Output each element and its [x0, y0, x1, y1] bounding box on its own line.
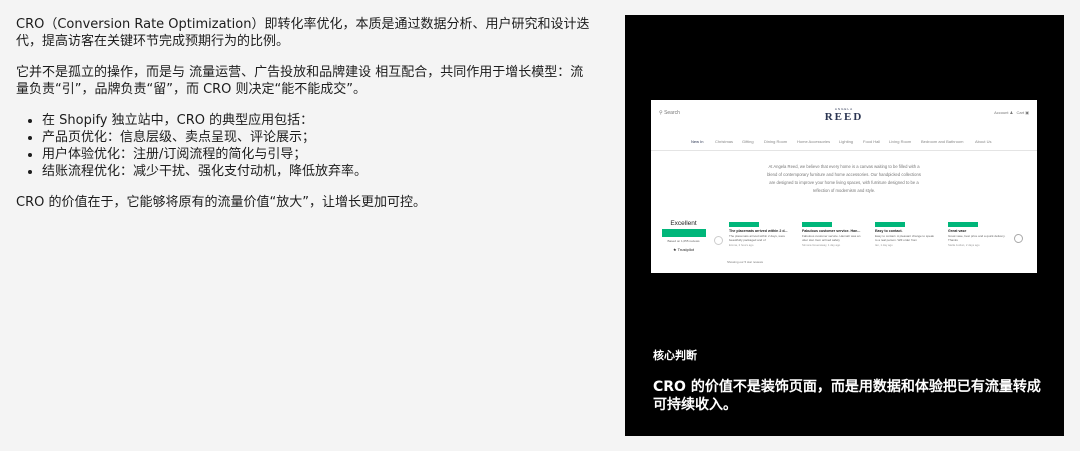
- panel-label: 核心判断: [653, 349, 697, 362]
- nav-item: Gifting: [742, 139, 754, 144]
- nav-item: Home Accessories: [797, 139, 831, 144]
- stars-icon: [802, 222, 832, 227]
- nav-item: Bedroom and Bathroom: [921, 139, 964, 144]
- list-item: 结账流程优化：减少干扰、强化支付动机，降低放弃率。: [42, 163, 596, 180]
- review-card: Fabulous customer service. Han... Fabulo…: [802, 222, 864, 247]
- list-item: 在 Shopify 独立站中，CRO 的典型应用包括：: [42, 112, 596, 129]
- nav-item: Living Room: [889, 139, 912, 144]
- trustpilot-logo: ★ Trustpilot: [673, 247, 694, 252]
- nav-item: Christmas: [715, 139, 734, 144]
- rating-label: Excellent: [670, 220, 697, 227]
- review-card: The placemats arrived within 2 d... The …: [729, 222, 791, 247]
- review-card: Great vase Great vase, best price and a …: [948, 222, 1010, 247]
- article-text: CRO（Conversion Rate Optimization）即转化率优化，…: [16, 16, 596, 225]
- panel-message: CRO 的价值不是装饰页面，而是用数据和体验把已有流量转成可持续收入。: [653, 379, 1041, 413]
- stars-icon: [948, 222, 978, 227]
- nav-item: New In: [691, 139, 704, 144]
- review-count: Based on 1,055 reviews: [667, 239, 700, 243]
- nav-item: Lighting: [839, 139, 854, 144]
- about-text: At Angela Reed, we believe that every ho…: [767, 164, 921, 193]
- list-item: 用户体验优化：注册/订阅流程的简化与引导；: [42, 146, 596, 163]
- paragraph-value: CRO 的价值在于，它能够将原有的流量价值“放大”，让增长更加可控。: [16, 195, 426, 210]
- showing-note: Showing our 5 star reviews: [727, 260, 764, 264]
- insight-panel: ⚲ Search ANGELA REED Account ♟ Cart ▣ Ne…: [625, 15, 1064, 436]
- paragraph-growth-model: 它并不是孤立的操作，而是与 流量运营、广告投放和品牌建设 相互配合，共同作用于增…: [16, 65, 584, 97]
- site-nav: New In Christmas Gifting Dining Room Hom…: [651, 136, 1037, 151]
- review-card: Easy to contact. Easy to contact. A plea…: [875, 222, 937, 247]
- next-arrow-icon: [1014, 234, 1023, 243]
- nav-item: Dining Room: [764, 139, 788, 144]
- paragraph-definition: CRO（Conversion Rate Optimization）即转化率优化，…: [16, 17, 590, 49]
- stars-icon: [875, 222, 905, 227]
- trustpilot-summary: Excellent Based on 1,055 reviews ★ Trust…: [661, 220, 706, 252]
- nav-item: About Us: [975, 139, 992, 144]
- cro-applications-list: 在 Shopify 独立站中，CRO 的典型应用包括： 产品页优化：信息层级、卖…: [16, 112, 596, 180]
- stars-icon: [729, 222, 759, 227]
- site-logo: REED: [824, 111, 864, 123]
- website-screenshot: ⚲ Search ANGELA REED Account ♟ Cart ▣ Ne…: [651, 100, 1037, 273]
- list-item: 产品页优化：信息层级、卖点呈现、评论展示；: [42, 129, 596, 146]
- account-cart: Account ♟ Cart ▣: [994, 110, 1029, 115]
- star-rating-icon: [661, 229, 706, 237]
- site-header: ⚲ Search ANGELA REED Account ♟ Cart ▣: [651, 100, 1037, 130]
- nav-item: Food Hall: [863, 139, 881, 144]
- prev-arrow-icon: [714, 236, 723, 245]
